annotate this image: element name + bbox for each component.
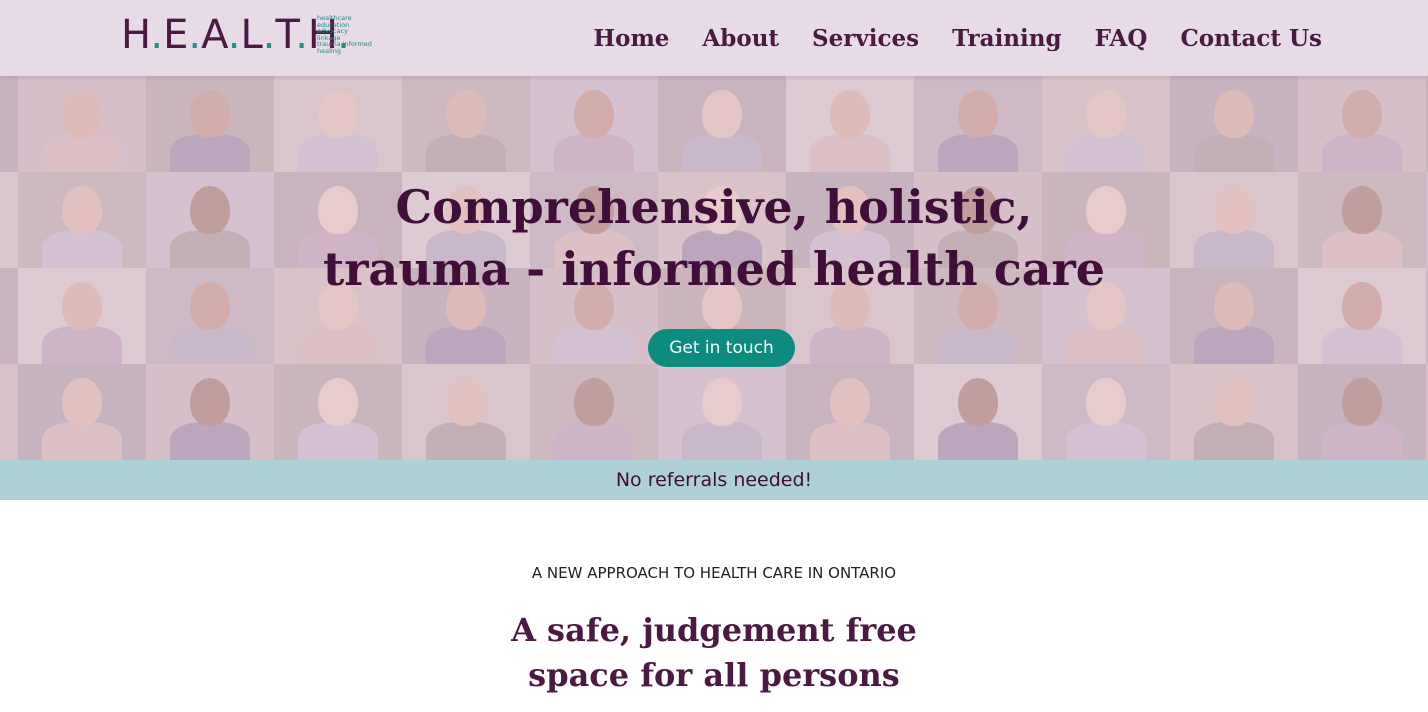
nav-faq[interactable]: FAQ — [1095, 22, 1148, 56]
logo-tagline: healthcare education advocacy linkage tr… — [317, 14, 372, 55]
section-eyebrow: A NEW APPROACH TO HEALTH CARE IN ONTARIO — [531, 564, 897, 582]
hero-title-line: Comprehensive, holistic, — [395, 180, 1033, 234]
nav-about[interactable]: About — [702, 22, 779, 56]
hero-section: Comprehensive, holistic, trauma - inform… — [0, 76, 1428, 460]
logo-wordmark: H.E.A.L.T.H. — [121, 12, 350, 58]
nav-contact-us[interactable]: Contact Us — [1180, 22, 1322, 56]
no-referrals-banner: No referrals needed! — [0, 460, 1428, 500]
site-logo[interactable]: H.E.A.L.T.H. healthcare education advoca… — [121, 12, 372, 58]
site-header: H.E.A.L.T.H. healthcare education advoca… — [0, 0, 1428, 76]
section-title: A safe, judgement free space for all per… — [0, 608, 1428, 698]
section-title-line: A safe, judgement free — [511, 611, 917, 649]
nav-training[interactable]: Training — [952, 22, 1061, 56]
nav-services[interactable]: Services — [812, 22, 919, 56]
hero-title-line: trauma - informed health care — [322, 242, 1106, 296]
get-in-touch-button[interactable]: Get in touch — [648, 329, 795, 367]
nav-home[interactable]: Home — [593, 22, 669, 56]
section-title-line: space for all persons — [528, 656, 900, 694]
hero-title: Comprehensive, holistic, trauma - inform… — [0, 176, 1428, 300]
main-nav: Home About Services Training FAQ Contact… — [593, 22, 1322, 56]
